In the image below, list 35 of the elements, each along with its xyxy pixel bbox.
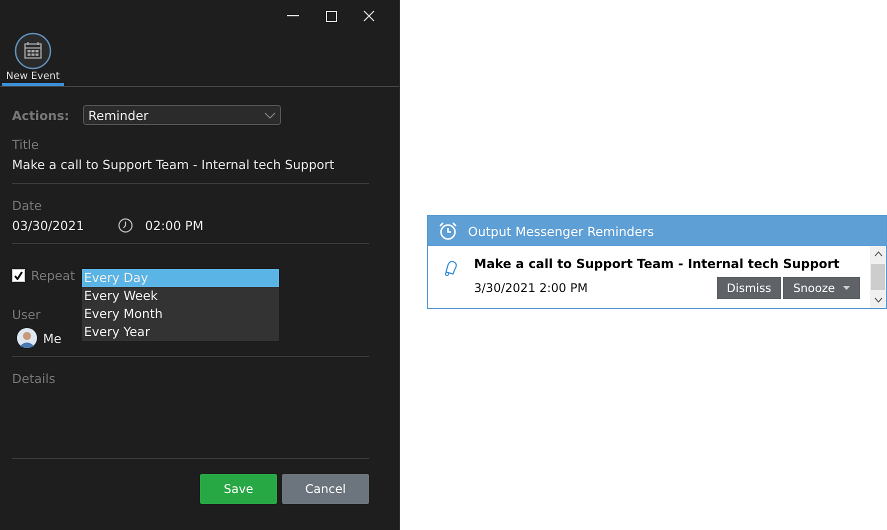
dismiss-button[interactable]: Dismiss bbox=[716, 277, 782, 299]
reminder-time: 3/30/2021 2:00 PM bbox=[474, 281, 588, 295]
dropdown-option[interactable]: Every Week bbox=[82, 287, 279, 305]
field-label: Details bbox=[12, 371, 56, 386]
bell-icon bbox=[442, 258, 460, 276]
action-select[interactable]: Reminder bbox=[83, 105, 282, 125]
reminder-window-title: Output Messenger Reminders bbox=[468, 224, 654, 238]
date-value: 03/30/2021 bbox=[12, 218, 84, 233]
avatar bbox=[17, 328, 37, 348]
minimize-icon bbox=[287, 15, 299, 17]
reminder-title: Make a call to Support Team - Internal tech Support bbox=[474, 256, 840, 271]
scroll-up-icon[interactable] bbox=[874, 251, 882, 257]
snooze-button[interactable]: Snooze bbox=[783, 277, 860, 299]
field-label: Title bbox=[12, 137, 39, 152]
maximize-icon bbox=[326, 10, 336, 22]
repeat-checkbox[interactable] bbox=[12, 269, 25, 282]
caret-down-icon bbox=[843, 286, 850, 290]
user-value: Me bbox=[43, 330, 62, 346]
new-event-tab[interactable]: New Event bbox=[2, 32, 64, 86]
cancel-button[interactable]: Cancel bbox=[282, 474, 369, 504]
close-icon bbox=[363, 10, 375, 22]
field-label: Date bbox=[12, 198, 42, 213]
scrollbar-thumb[interactable] bbox=[871, 264, 885, 290]
alarm-clock-icon bbox=[438, 221, 458, 241]
field-label: User bbox=[12, 307, 40, 322]
title-value: Make a call to Support Team - Internal tech Support bbox=[12, 157, 334, 172]
actions-label: Actions: bbox=[12, 108, 70, 122]
scroll-down-icon[interactable] bbox=[874, 297, 882, 303]
time-value: 02:00 PM bbox=[145, 218, 204, 233]
dropdown-option[interactable]: Every Month bbox=[82, 305, 279, 323]
calendar-icon bbox=[14, 32, 52, 70]
clock-icon bbox=[118, 218, 134, 233]
repeat-label: Repeat bbox=[31, 268, 76, 283]
dropdown-option[interactable]: Every Year bbox=[82, 323, 279, 341]
chevron-down-icon bbox=[264, 112, 276, 118]
